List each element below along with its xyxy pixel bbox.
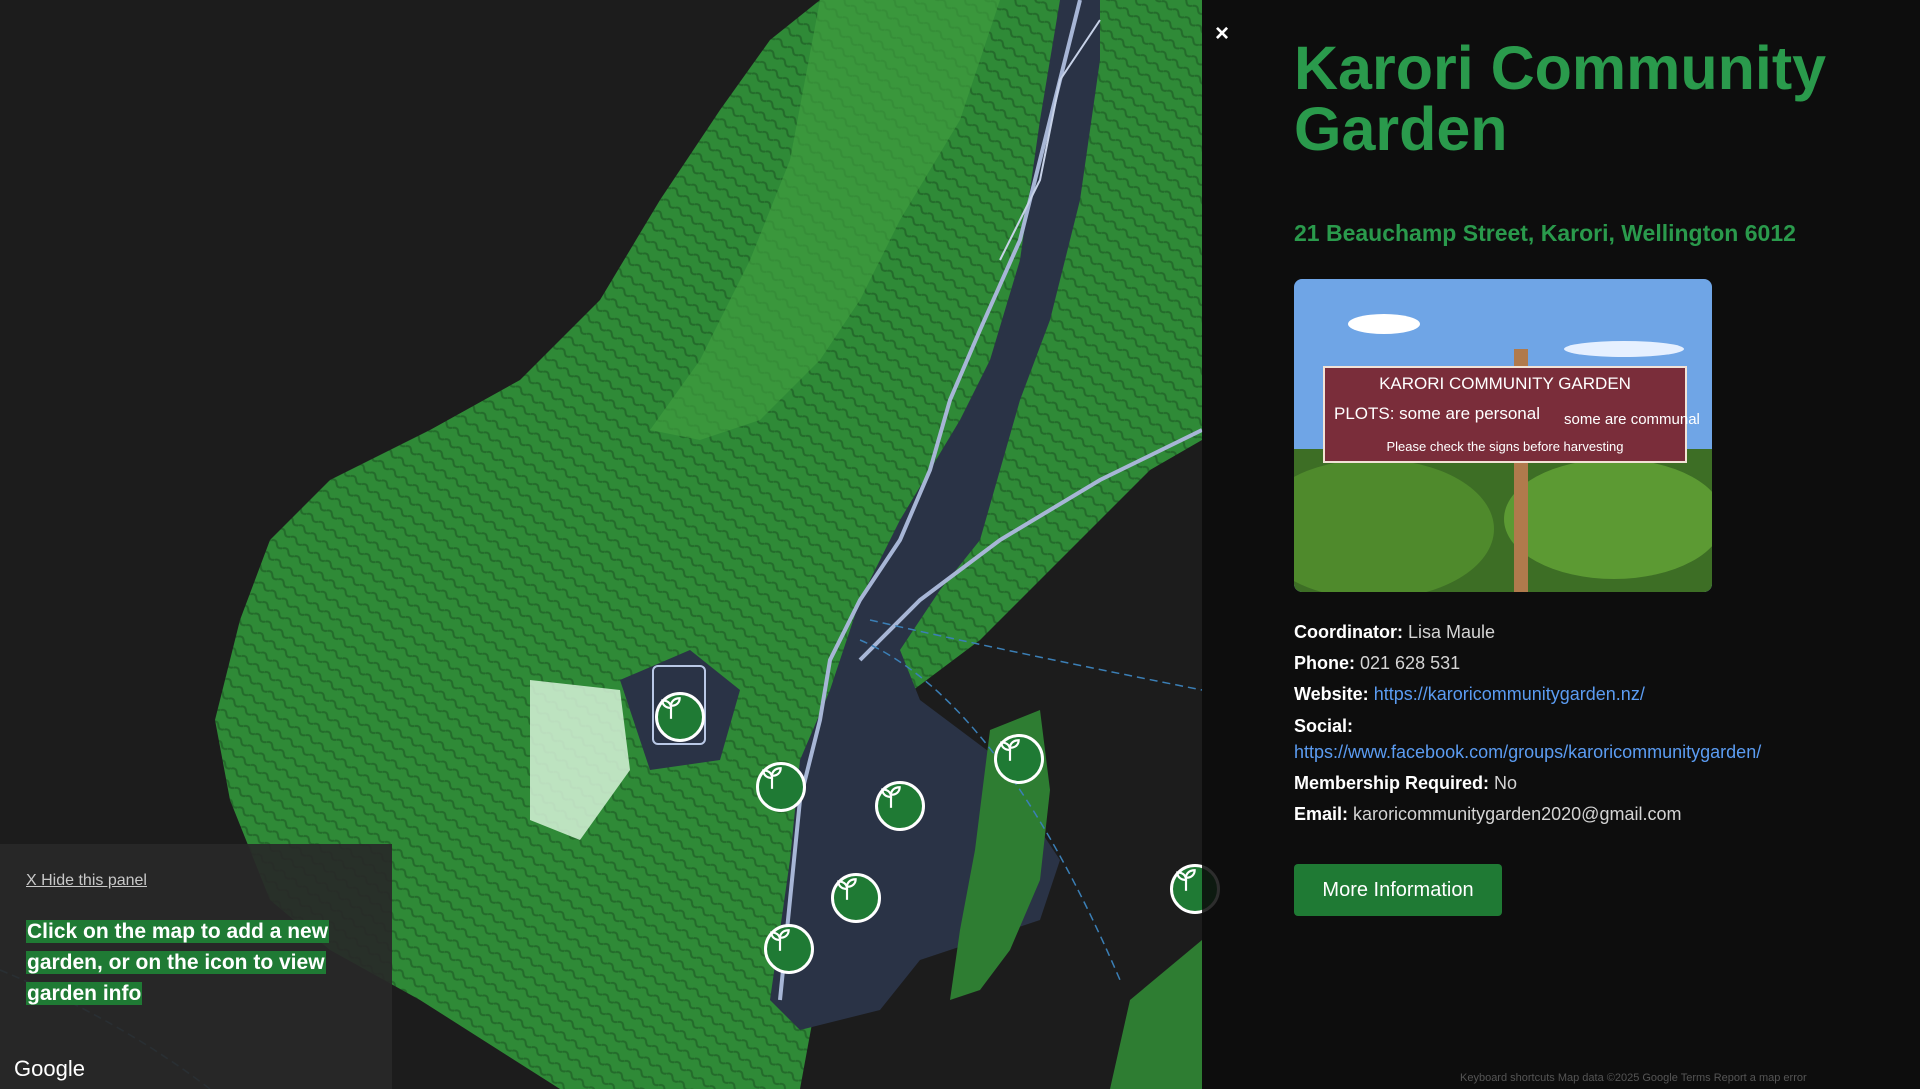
phone-value: 021 628 531 [1360,653,1461,673]
instruction-text: Click on the map to add a new garden, or… [26,916,366,1009]
close-button[interactable]: × [1210,22,1234,46]
email-label: Email: [1294,804,1349,824]
photo-sign-line: Please check the signs before harvesting [1386,439,1623,454]
garden-marker[interactable] [764,924,814,974]
map-footer[interactable]: Keyboard shortcuts Map data ©2025 Google… [1460,1072,1807,1084]
garden-marker[interactable] [994,734,1044,784]
garden-marker-karori[interactable] [655,692,705,742]
hide-panel-link[interactable]: X Hide this panel [26,872,147,890]
coordinator-label: Coordinator: [1294,622,1403,642]
garden-title: Karori Community Garden [1294,34,1827,163]
garden-marker[interactable] [875,781,925,831]
coordinator-row: Coordinator: Lisa Maule [1294,622,1495,643]
membership-value: No [1494,773,1518,793]
social-link-row: https://www.facebook.com/groups/karorico… [1294,742,1761,763]
email-row: Email: karoricommunitygarden2020@gmail.c… [1294,804,1681,825]
phone-label: Phone: [1294,653,1355,673]
photo-sign-line: some are communal [1564,411,1700,428]
membership-label: Membership Required: [1294,773,1490,793]
website-row: Website: https://karoricommunitygarden.n… [1294,684,1645,705]
garden-marker[interactable] [756,762,806,812]
photo-sign-line: KARORI COMMUNITY GARDEN [1379,374,1631,393]
email-value: karoricommunitygarden2020@gmail.com [1353,804,1682,824]
social-label: Social: [1294,716,1354,736]
garden-photo: KARORI COMMUNITY GARDEN PLOTS: some are … [1294,279,1712,592]
google-logo[interactable]: Google [14,1056,85,1082]
phone-row: Phone: 021 628 531 [1294,653,1460,674]
coordinator-value: Lisa Maule [1408,622,1496,642]
membership-row: Membership Required: No [1294,773,1517,794]
more-information-button[interactable]: More Information [1294,864,1502,916]
instruction-highlight: Click on the map to add a new garden, or… [26,920,330,1005]
website-link[interactable]: https://karoricommunitygarden.nz/ [1374,684,1645,704]
website-label: Website: [1294,684,1369,704]
photo-sign-line: PLOTS: some are personal [1334,404,1540,423]
land-east-bottom [1110,940,1202,1089]
garden-marker[interactable] [831,873,881,923]
garden-address: 21 Beauchamp Street, Karori, Wellington … [1294,220,1796,246]
social-link[interactable]: https://www.facebook.com/groups/karorico… [1294,742,1761,762]
social-row: Social: [1294,716,1353,737]
